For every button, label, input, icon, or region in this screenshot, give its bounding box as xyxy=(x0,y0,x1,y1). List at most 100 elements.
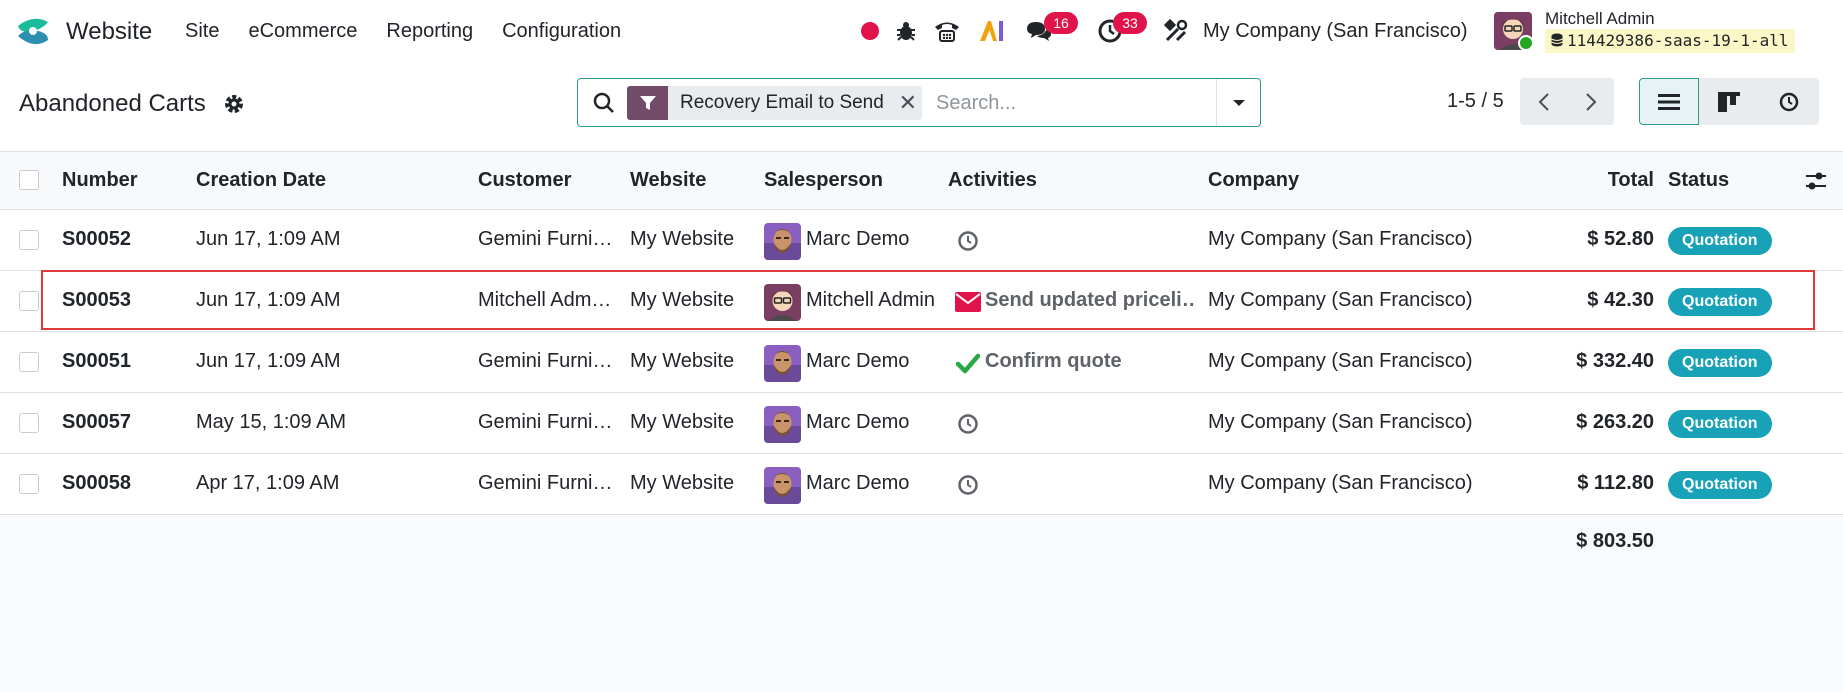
cell-company: My Company (San Francisco) xyxy=(1208,411,1473,433)
facet-label: Recovery Email to Send xyxy=(680,92,884,113)
activity-view-button[interactable] xyxy=(1759,78,1819,125)
search-icon[interactable] xyxy=(592,91,616,115)
table-row[interactable]: S00051 Jun 17, 1:09 AM Gemini Furni… My Web… xyxy=(0,332,1843,393)
table-row[interactable]: S00057 May 15, 1:09 AM Gemini Furni… My Web… xyxy=(0,393,1843,454)
column-number[interactable]: Number xyxy=(62,169,138,192)
website-app-icon[interactable] xyxy=(14,12,52,50)
table-header: Number Creation Date Customer Website Sa… xyxy=(0,152,1843,210)
chevron-left-icon xyxy=(1538,92,1549,111)
column-salesperson[interactable]: Salesperson xyxy=(764,169,883,192)
cell-salesperson: Marc Demo xyxy=(806,411,910,433)
cell-total: $ 332.40 xyxy=(1576,350,1654,372)
page-title[interactable]: Abandoned Carts xyxy=(19,90,206,118)
kanban-icon xyxy=(1718,91,1740,112)
cell-website: My Website xyxy=(630,350,735,372)
cell-salesperson: Marc Demo xyxy=(806,472,910,494)
menu-ecommerce[interactable]: eCommerce xyxy=(248,20,357,43)
column-creation-date[interactable]: Creation Date xyxy=(196,169,326,192)
cell-creation-date: Jun 17, 1:09 AM xyxy=(196,289,341,311)
activity-envelope-icon[interactable] xyxy=(955,289,981,315)
menu-site[interactable]: Site xyxy=(185,20,219,43)
column-status[interactable]: Status xyxy=(1668,169,1729,192)
column-customer[interactable]: Customer xyxy=(478,169,571,192)
messages-badge: 16 xyxy=(1044,12,1078,34)
table-row[interactable]: S00058 Apr 17, 1:09 AM Gemini Furni… My Web… xyxy=(0,454,1843,515)
row-checkbox[interactable] xyxy=(19,230,39,250)
cell-salesperson: Marc Demo xyxy=(806,228,910,250)
activity-clock-icon[interactable] xyxy=(955,472,981,498)
status-badge: Quotation xyxy=(1668,227,1772,255)
cell-total: $ 263.20 xyxy=(1576,411,1654,433)
main-menu: Site eCommerce Reporting Configuration xyxy=(185,20,650,43)
cell-creation-date: Jun 17, 1:09 AM xyxy=(196,350,341,372)
database-name: 114429386-saas-19-1-all xyxy=(1545,29,1795,53)
table-row[interactable]: S00052 Jun 17, 1:09 AM Gemini Furni… My Web… xyxy=(0,210,1843,271)
status-badge: Quotation xyxy=(1668,410,1772,438)
tools-icon[interactable] xyxy=(1162,17,1190,45)
chevron-right-icon xyxy=(1585,92,1596,111)
column-company[interactable]: Company xyxy=(1208,169,1299,192)
column-total[interactable]: Total xyxy=(1500,169,1654,192)
cell-total: $ 42.30 xyxy=(1587,289,1654,311)
company-switcher[interactable]: My Company (San Francisco) xyxy=(1203,20,1468,43)
cell-company: My Company (San Francisco) xyxy=(1208,472,1473,494)
menu-reporting[interactable]: Reporting xyxy=(386,20,473,43)
list-icon xyxy=(1658,93,1680,110)
pager-next-button[interactable] xyxy=(1567,78,1614,125)
activity-check-icon[interactable] xyxy=(955,350,981,376)
cell-number: S00057 xyxy=(62,411,131,433)
filter-icon xyxy=(627,86,668,120)
cell-website: My Website xyxy=(630,411,735,433)
cell-creation-date: May 15, 1:09 AM xyxy=(196,411,347,433)
database-name-text: 114429386-saas-19-1-all xyxy=(1567,31,1789,50)
debug-bug-icon[interactable] xyxy=(892,17,920,45)
top-navbar: Website Site eCommerce Reporting Configu… xyxy=(0,0,1843,62)
cell-activity-summary[interactable]: Send updated priceli… xyxy=(985,289,1195,312)
row-checkbox[interactable] xyxy=(19,474,39,494)
search-options-toggle[interactable] xyxy=(1216,79,1260,126)
phone-icon[interactable] xyxy=(933,17,961,45)
online-status-icon xyxy=(1518,35,1534,51)
search-input[interactable] xyxy=(936,87,1206,119)
cell-customer: Gemini Furni… xyxy=(478,472,613,494)
caret-down-icon xyxy=(1232,99,1245,106)
list-view-button[interactable] xyxy=(1639,78,1699,125)
cell-number: S00052 xyxy=(62,228,131,250)
record-icon[interactable] xyxy=(856,17,884,45)
table-row[interactable]: S00053 Jun 17, 1:09 AM Mitchell Adm… My Web… xyxy=(0,271,1843,332)
salesperson-avatar xyxy=(764,284,801,321)
cell-company: My Company (San Francisco) xyxy=(1208,289,1473,311)
cell-customer: Gemini Furni… xyxy=(478,350,613,372)
cell-creation-date: Jun 17, 1:09 AM xyxy=(196,228,341,250)
select-all-checkbox[interactable] xyxy=(19,170,39,190)
row-checkbox[interactable] xyxy=(19,291,39,311)
row-checkbox[interactable] xyxy=(19,352,39,372)
ai-icon[interactable] xyxy=(978,17,1006,45)
kanban-view-button[interactable] xyxy=(1699,78,1759,125)
cell-customer: Mitchell Adm… xyxy=(478,289,612,311)
cell-activity-summary[interactable]: Confirm quote xyxy=(985,350,1195,373)
control-panel: Abandoned Carts Recovery Email to Send ✕… xyxy=(0,62,1843,152)
activity-clock-icon[interactable] xyxy=(955,411,981,437)
cell-company: My Company (San Francisco) xyxy=(1208,350,1473,372)
cell-website: My Website xyxy=(630,289,735,311)
pager-value[interactable]: 1-5 / 5 xyxy=(1447,90,1504,113)
clock-icon xyxy=(1779,92,1799,111)
facet-remove-icon[interactable]: ✕ xyxy=(894,86,922,120)
column-website[interactable]: Website xyxy=(630,169,706,192)
cell-company: My Company (San Francisco) xyxy=(1208,228,1473,250)
grand-total: $ 803.50 xyxy=(1576,530,1654,552)
gear-icon[interactable] xyxy=(222,92,246,116)
activity-clock-icon[interactable] xyxy=(955,228,981,254)
pager-previous-button[interactable] xyxy=(1520,78,1567,125)
optional-columns-icon[interactable] xyxy=(1805,170,1827,192)
user-name[interactable]: Mitchell Admin xyxy=(1545,9,1655,29)
menu-configuration[interactable]: Configuration xyxy=(502,20,621,43)
activities-badge: 33 xyxy=(1113,12,1147,34)
app-name[interactable]: Website xyxy=(66,18,152,46)
cell-number: S00053 xyxy=(62,289,131,311)
row-checkbox[interactable] xyxy=(19,413,39,433)
database-icon xyxy=(1551,33,1563,47)
cell-number: S00051 xyxy=(62,350,131,372)
column-activities[interactable]: Activities xyxy=(948,169,1037,192)
